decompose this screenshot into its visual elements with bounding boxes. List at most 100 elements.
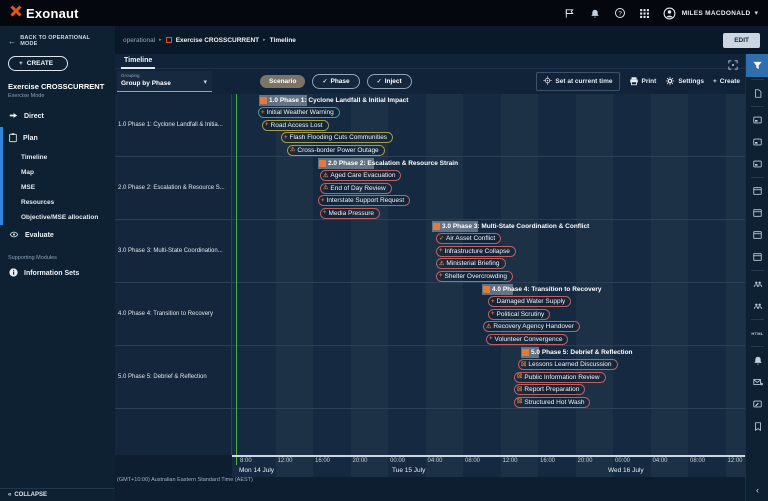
chevron-left-icon[interactable]: ‹ bbox=[746, 486, 768, 495]
inject-item[interactable]: ⚠Recovery Agency Handover bbox=[483, 321, 580, 332]
inject-item[interactable]: +Initial Weather Warning bbox=[258, 107, 340, 118]
dropdown-caret-icon: ▾ bbox=[203, 78, 207, 86]
inject-label: Lessons Learned Discussion bbox=[528, 361, 611, 368]
help-icon[interactable]: ? bbox=[612, 5, 628, 21]
sidebar-collapse-button[interactable]: « COLLAPSE bbox=[0, 488, 115, 501]
notifications-icon[interactable] bbox=[746, 349, 768, 371]
phase-bar-item[interactable]: 5.0 Phase 5: Debrief & Reflection bbox=[521, 347, 633, 358]
sidebar-item-information-sets[interactable]: Information Sets bbox=[0, 262, 115, 285]
sidebar-item-evaluate[interactable]: Evaluate bbox=[0, 225, 115, 246]
phase-bar-item[interactable]: 2.0 Phase 2: Escalation & Resource Strai… bbox=[318, 158, 458, 169]
flag-icon[interactable] bbox=[562, 5, 578, 21]
archive-icon[interactable] bbox=[746, 224, 768, 246]
inject-label: Volunteer Convergence bbox=[495, 336, 563, 343]
card-edit-icon[interactable] bbox=[746, 393, 768, 415]
sidebar-create-button[interactable]: + CREATE bbox=[8, 56, 68, 71]
file-icon[interactable] bbox=[746, 82, 768, 104]
inject-item[interactable]: +Media Pressure bbox=[320, 208, 380, 219]
users-icon[interactable] bbox=[746, 295, 768, 317]
inject-item[interactable]: ☒Structured Hot Wash bbox=[514, 397, 590, 408]
phase-title: 2.0 Phase 2: Escalation & Resource Strai… bbox=[328, 158, 458, 169]
inject-filter-chip[interactable]: ✓ Inject bbox=[367, 74, 412, 89]
edit-button[interactable]: EDIT bbox=[723, 33, 760, 48]
inject-label: Media Pressure bbox=[329, 210, 375, 217]
exonaut-logo[interactable]: Exonaut bbox=[10, 4, 79, 22]
exercise-square-icon bbox=[166, 37, 172, 43]
create-label: CREATE bbox=[27, 60, 53, 67]
inject-item[interactable]: ✓Air Asset Conflict bbox=[436, 233, 501, 244]
plan-label: Plan bbox=[23, 135, 38, 142]
inject-item[interactable]: ☒Lessons Learned Discussion bbox=[518, 359, 618, 370]
inject-item[interactable]: ☒Public Information Review bbox=[514, 372, 606, 383]
right-icon-rail: HTML ‹ bbox=[745, 54, 768, 501]
back-to-operational-mode-link[interactable]: ← BACK TO OPERATIONAL MODE bbox=[0, 26, 115, 47]
create-button[interactable]: + Create bbox=[713, 78, 740, 85]
sidebar-item-map[interactable]: Map bbox=[0, 165, 115, 180]
card-icon[interactable] bbox=[746, 153, 768, 175]
warning-icon: ⚠ bbox=[486, 324, 491, 330]
print-button[interactable]: Print bbox=[629, 76, 657, 88]
html-icon[interactable]: HTML bbox=[746, 322, 768, 344]
inject-item[interactable]: ⚠Aged Care Evacuation bbox=[320, 170, 401, 181]
tab-timeline[interactable]: Timeline bbox=[121, 57, 155, 69]
filter-icon[interactable] bbox=[746, 54, 768, 77]
users-icon[interactable] bbox=[746, 273, 768, 295]
sidebar-item-direct[interactable]: Direct bbox=[0, 106, 115, 127]
apps-icon[interactable] bbox=[637, 5, 653, 21]
inject-item[interactable]: +Political Scrutiny bbox=[488, 309, 550, 320]
plus-icon: + bbox=[261, 110, 265, 116]
inject-item[interactable]: ⚠End of Day Review bbox=[320, 183, 392, 194]
box-x-icon: ☒ bbox=[521, 362, 526, 368]
sidebar-item-objective-mse-allocation[interactable]: Objective/MSE allocation bbox=[0, 210, 115, 225]
book-icon[interactable] bbox=[746, 415, 768, 437]
active-section-bar bbox=[0, 127, 3, 225]
inject-item[interactable]: +Road Access Lost bbox=[262, 120, 329, 131]
back-arrow-icon: ← bbox=[8, 39, 16, 44]
timeline-controls: Grouping Group by Phase ▾ Scenario ✓ Pha… bbox=[115, 69, 745, 94]
phase-row-label: 3.0 Phase 3: Multi-State Coordination... bbox=[115, 220, 231, 283]
archive-icon[interactable] bbox=[746, 202, 768, 224]
inject-item[interactable]: +Shelter Overcrowding bbox=[436, 271, 513, 282]
grouping-select[interactable]: Grouping Group by Phase ▾ bbox=[117, 71, 212, 92]
card-icon[interactable] bbox=[746, 131, 768, 153]
breadcrumb-separator-icon: ▸ bbox=[159, 37, 162, 43]
breadcrumb-timeline[interactable]: Timeline bbox=[270, 37, 296, 44]
inject-item[interactable]: +Volunteer Convergence bbox=[486, 334, 568, 345]
user-menu[interactable]: MILES MACDONALD ▾ bbox=[662, 5, 758, 21]
scenario-label: Scenario bbox=[269, 78, 296, 85]
breadcrumb-exercise[interactable]: Exercise CROSSCURRENT bbox=[176, 37, 259, 44]
archive-icon[interactable] bbox=[746, 180, 768, 202]
card-icon[interactable] bbox=[746, 109, 768, 131]
grouping-value: Group by Phase bbox=[121, 80, 208, 87]
settings-label: Settings bbox=[678, 78, 704, 85]
phase-bar-item[interactable]: 3.0 Phase 3: Multi-State Coordination & … bbox=[432, 221, 589, 232]
phase-bar-item[interactable]: 4.0 Phase 4: Transition to Recovery bbox=[482, 284, 601, 295]
phase-label: Phase bbox=[331, 78, 350, 85]
inject-item[interactable]: +Flash Flooding Cuts Communities bbox=[281, 132, 393, 143]
mail-forward-icon[interactable] bbox=[746, 371, 768, 393]
breadcrumb-operational[interactable]: operational bbox=[123, 37, 155, 44]
inject-label: Road Access Lost bbox=[271, 122, 323, 129]
settings-button[interactable]: Settings bbox=[665, 76, 704, 88]
scenario-filter-chip[interactable]: Scenario bbox=[260, 75, 305, 88]
sidebar-item-timeline[interactable]: Timeline bbox=[0, 150, 115, 165]
inject-item[interactable]: ⚠Ministerial Briefing bbox=[436, 258, 506, 269]
phase-bar-item[interactable]: 1.0 Phase 1: Cyclone Landfall & Initial … bbox=[259, 95, 408, 106]
archive-icon[interactable] bbox=[746, 246, 768, 268]
inject-item[interactable]: +Interstate Support Request bbox=[318, 195, 410, 206]
inject-item[interactable]: ⚠Cross-border Power Outage bbox=[287, 145, 385, 156]
inject-item[interactable]: +Infrastructure Collapse bbox=[436, 246, 516, 257]
exercise-name: Exercise CROSSCURRENT bbox=[0, 71, 115, 91]
sidebar-item-mse[interactable]: MSE bbox=[0, 180, 115, 195]
inject-item[interactable]: +Damaged Water Supply bbox=[488, 296, 571, 307]
set-at-current-time-button[interactable]: Set at current time bbox=[536, 72, 619, 91]
phase-title: 1.0 Phase 1: Cyclone Landfall & Initial … bbox=[269, 95, 408, 106]
sidebar-item-resources[interactable]: Resources bbox=[0, 195, 115, 210]
phase-filter-chip[interactable]: ✓ Phase bbox=[312, 74, 359, 89]
sidebar-item-plan[interactable]: Plan bbox=[0, 127, 115, 150]
tab-bar: Timeline bbox=[115, 54, 745, 69]
timeline-plot[interactable]: 1.0 Phase 1: Cyclone Landfall & Initial … bbox=[232, 94, 745, 477]
notifications-icon[interactable] bbox=[587, 5, 603, 21]
rail-separator bbox=[751, 177, 764, 178]
inject-item[interactable]: ☒Report Preparation bbox=[514, 384, 585, 395]
